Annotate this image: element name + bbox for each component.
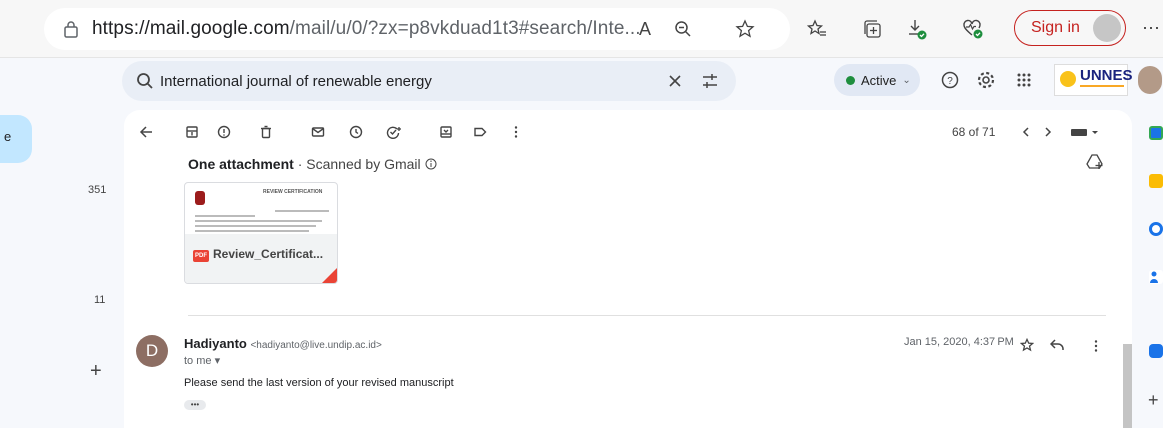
input-tools-keyboard-icon[interactable] [1068, 122, 1102, 142]
read-aloud-icon[interactable]: A [632, 16, 658, 42]
message-more-icon[interactable] [1094, 339, 1098, 353]
apps-grid-icon[interactable] [1014, 70, 1034, 90]
message-date: Jan 15, 2020, 4:37 PM [904, 336, 1014, 348]
calendar-icon[interactable] [1149, 126, 1163, 140]
scanned-by-gmail: · Scanned by Gmail [297, 156, 421, 172]
organization-logo[interactable]: UNNES [1054, 64, 1133, 96]
downloads-icon[interactable] [904, 16, 930, 42]
collections-icon[interactable] [860, 16, 886, 42]
browser-more-icon[interactable]: ⋯ [1142, 18, 1160, 39]
folder-count: 11 [94, 294, 106, 306]
sign-in-button[interactable]: Sign in [1014, 10, 1126, 46]
account-avatar[interactable] [1138, 66, 1162, 94]
mark-unread-mail-icon[interactable] [308, 122, 328, 142]
search-input[interactable]: International journal of renewable energ… [160, 73, 432, 90]
browser-essentials-icon[interactable] [960, 16, 986, 42]
delete-trash-icon[interactable] [256, 122, 276, 142]
attachment-header: One attachment · Scanned by Gmail [188, 156, 437, 172]
attachment-count: One attachment [188, 156, 294, 172]
zoom-out-icon[interactable] [670, 16, 696, 42]
pagination-count: 68 of 71 [952, 125, 996, 139]
scrollbar-thumb[interactable] [1123, 344, 1132, 428]
star-icon[interactable] [1020, 338, 1034, 352]
attachment-card[interactable]: REVIEW CERTIFICATION PDF Review_Certific… [184, 182, 338, 284]
recipient-details-toggle[interactable]: to me ▾ [184, 354, 220, 367]
browser-toolbar: https://mail.google.com/mail/u/0/?zx=p8v… [0, 0, 1163, 58]
logo-text: UNNES [1080, 67, 1133, 84]
sender-line: Hadiyanto <hadiyanto@live.undip.ac.id> [184, 336, 382, 351]
active-status-dot [846, 75, 855, 85]
next-chevron-icon[interactable] [1038, 122, 1058, 142]
search-options-icon[interactable] [701, 72, 719, 90]
folder-count: 351 [88, 184, 107, 196]
svg-text:?: ? [947, 76, 953, 87]
preview-lines [211, 189, 212, 194]
attachment-filename: Review_Certificat... [213, 247, 324, 261]
zoom-app-icon[interactable] [1149, 344, 1163, 358]
logo-underline [1080, 85, 1124, 87]
message-view: 68 of 71 One attachment · Scanned by Gma… [124, 110, 1132, 428]
tasks-icon[interactable] [1149, 222, 1163, 236]
chevron-down-icon: ⌄ [902, 74, 911, 86]
add-to-tasks-icon[interactable] [384, 122, 404, 142]
previous-chevron-icon[interactable] [1016, 122, 1036, 142]
show-trimmed-content-button[interactable]: ••• [184, 400, 206, 410]
report-spam-icon[interactable] [214, 122, 234, 142]
settings-gear-icon[interactable] [976, 70, 996, 90]
favorite-star-icon[interactable] [732, 16, 758, 42]
compose-button[interactable]: e [0, 115, 32, 163]
back-arrow-icon[interactable] [136, 122, 156, 142]
clear-search-icon[interactable] [668, 74, 682, 88]
sender-name[interactable]: Hadiyanto [184, 336, 247, 351]
create-label-icon[interactable]: + [90, 360, 102, 383]
sender-email: <hadiyanto@live.undip.ac.id> [250, 340, 382, 351]
archive-icon[interactable] [182, 122, 202, 142]
unnes-emblem-icon [1060, 71, 1076, 87]
sign-in-label: Sign in [1031, 19, 1080, 36]
search-icon[interactable] [136, 72, 154, 90]
profile-avatar-icon [1093, 14, 1121, 42]
reply-icon[interactable] [1050, 339, 1064, 351]
sender-avatar[interactable]: D [136, 335, 168, 367]
message-divider [188, 315, 1106, 316]
attachment-footer: PDF Review_Certificat... [185, 234, 337, 283]
status-dropdown[interactable]: Active ⌄ [834, 64, 920, 96]
more-options-icon[interactable] [506, 122, 526, 142]
label-tag-icon[interactable] [470, 122, 490, 142]
status-label: Active [861, 72, 897, 88]
get-addons-plus-icon[interactable]: + [1148, 390, 1159, 411]
file-corner-icon [321, 266, 337, 283]
keep-icon[interactable] [1149, 174, 1163, 188]
pdf-icon: PDF [193, 250, 209, 262]
move-to-icon[interactable] [436, 122, 456, 142]
preview-title: REVIEW CERTIFICATION [263, 189, 323, 195]
favorites-list-icon[interactable] [804, 16, 830, 42]
help-icon[interactable]: ? [940, 70, 960, 90]
search-bar[interactable]: International journal of renewable energ… [122, 61, 736, 101]
info-icon[interactable] [425, 158, 437, 170]
snooze-clock-icon[interactable] [346, 122, 366, 142]
compose-label: e [4, 129, 12, 144]
contacts-icon[interactable] [1149, 270, 1163, 284]
message-body: Please send the last version of your rev… [184, 377, 454, 389]
site-info-icon[interactable] [64, 20, 78, 38]
url-text[interactable]: https://mail.google.com/mail/u/0/?zx=p8v… [92, 18, 641, 40]
add-to-drive-icon[interactable] [1086, 154, 1104, 170]
certificate-logo-icon [195, 191, 205, 205]
